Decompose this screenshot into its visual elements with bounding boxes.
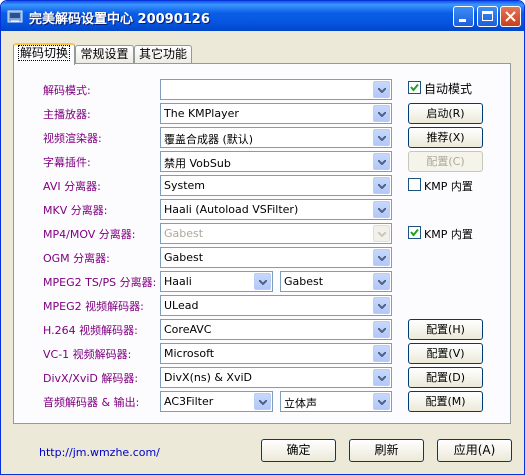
start-button[interactable]: 启动(R) bbox=[408, 103, 483, 124]
tab-label: 解码切换 bbox=[17, 45, 70, 61]
maximize-button[interactable] bbox=[477, 6, 498, 27]
divx-decoder-select[interactable]: DivX(ns) & XviD bbox=[160, 367, 392, 388]
chevron-down-icon[interactable] bbox=[373, 81, 390, 98]
select-value: 立体声 bbox=[284, 397, 317, 410]
apply-button[interactable]: 应用(A) bbox=[437, 439, 512, 462]
chevron-down-icon[interactable] bbox=[373, 273, 390, 290]
tab-label: 其它功能 bbox=[138, 47, 187, 61]
chevron-down-icon[interactable] bbox=[254, 273, 271, 290]
label-vc1-decoder: VC-1 视频解码器: bbox=[43, 348, 132, 361]
label-audio-decoder: 音频解码器 & 输出: bbox=[43, 396, 140, 409]
select-value: 覆盖合成器 (默认) bbox=[164, 133, 254, 146]
label-mpeg2-ts-splitter: MPEG2 TS/PS 分离器: bbox=[43, 276, 157, 289]
select-value: The KMPlayer bbox=[164, 107, 239, 120]
chevron-down-icon[interactable] bbox=[373, 153, 390, 170]
label-main-player: 主播放器: bbox=[43, 108, 91, 121]
config-subtitle-button: 配置(C) bbox=[408, 151, 483, 172]
mpeg2-ps-splitter-select[interactable]: Gabest bbox=[280, 271, 392, 292]
tab-label: 常规设置 bbox=[80, 47, 129, 61]
label-ogm-splitter: OGM 分离器: bbox=[43, 252, 110, 265]
app-icon bbox=[7, 8, 23, 24]
select-value: DivX(ns) & XviD bbox=[164, 371, 252, 384]
maximize-icon bbox=[482, 11, 493, 21]
tab-general-settings[interactable]: 常规设置 bbox=[75, 45, 134, 63]
ogm-splitter-select[interactable]: Gabest bbox=[160, 247, 392, 268]
label-video-renderer: 视频渲染器: bbox=[43, 132, 102, 145]
chevron-down-icon[interactable] bbox=[373, 177, 390, 194]
decode-mode-select[interactable] bbox=[160, 79, 392, 100]
ok-button[interactable]: 确定 bbox=[261, 439, 336, 462]
label-decode-mode: 解码模式: bbox=[43, 84, 91, 97]
title-bar[interactable]: 完美解码设置中心 20090126 bbox=[1, 1, 524, 31]
vc1-decoder-select[interactable]: Microsoft bbox=[160, 343, 392, 364]
chevron-down-icon bbox=[373, 225, 390, 242]
chevron-down-icon[interactable] bbox=[254, 393, 271, 410]
label-avi-splitter: AVI 分离器: bbox=[43, 180, 101, 193]
tab-decode-switch[interactable]: 解码切换 bbox=[13, 43, 75, 65]
video-renderer-select[interactable]: 覆盖合成器 (默认) bbox=[160, 127, 392, 148]
select-value: Gabest bbox=[284, 275, 324, 288]
chevron-down-icon[interactable] bbox=[373, 345, 390, 362]
label-divx-decoder: DivX/XviD 解码器: bbox=[43, 372, 139, 385]
checkmark-icon bbox=[410, 228, 419, 237]
config-audio-button[interactable]: 配置(M) bbox=[408, 391, 483, 412]
chevron-down-icon[interactable] bbox=[373, 249, 390, 266]
avi-kmp-builtin-label: KMP 内置 bbox=[424, 180, 473, 193]
select-value: Gabest bbox=[164, 227, 204, 240]
auto-mode-label: 自动模式 bbox=[424, 82, 473, 96]
chevron-down-icon[interactable] bbox=[373, 393, 390, 410]
minimize-button[interactable] bbox=[453, 6, 474, 27]
mpeg2-video-decoder-select[interactable]: ULead bbox=[160, 295, 392, 316]
tab-other-functions[interactable]: 其它功能 bbox=[134, 45, 192, 63]
config-vc1-button[interactable]: 配置(V) bbox=[408, 343, 483, 364]
close-icon bbox=[505, 11, 516, 22]
select-value: Gabest bbox=[164, 251, 204, 264]
select-value: ULead bbox=[164, 299, 199, 312]
refresh-button[interactable]: 刷新 bbox=[349, 439, 424, 462]
homepage-link[interactable]: http://jm.wmzhe.com/ bbox=[39, 446, 160, 459]
select-value: Haali (Autoload VSFilter) bbox=[164, 203, 299, 216]
label-h264-decoder: H.264 视频解码器: bbox=[43, 324, 138, 337]
select-value: Microsoft bbox=[164, 347, 215, 360]
chevron-down-icon[interactable] bbox=[373, 129, 390, 146]
h264-decoder-select[interactable]: CoreAVC bbox=[160, 319, 392, 340]
label-mpeg2-video-decoder: MPEG2 视频解码器: bbox=[43, 300, 144, 313]
select-value: 禁用 VobSub bbox=[164, 157, 231, 170]
mp4-kmp-builtin-label: KMP 内置 bbox=[424, 228, 473, 241]
label-mkv-splitter: MKV 分离器: bbox=[43, 204, 108, 217]
main-player-select[interactable]: The KMPlayer bbox=[160, 103, 392, 124]
config-h264-button[interactable]: 配置(H) bbox=[408, 319, 483, 340]
avi-splitter-select[interactable]: System bbox=[160, 175, 392, 196]
minimize-icon bbox=[459, 19, 466, 22]
config-divx-button[interactable]: 配置(D) bbox=[408, 367, 483, 388]
select-value: System bbox=[164, 179, 206, 192]
audio-output-select[interactable]: 立体声 bbox=[280, 391, 392, 412]
audio-decoder-select[interactable]: AC3Filter bbox=[160, 391, 273, 412]
subtitle-plugin-select[interactable]: 禁用 VobSub bbox=[160, 151, 392, 172]
recommend-button[interactable]: 推荐(X) bbox=[408, 127, 483, 148]
settings-window: 完美解码设置中心 20090126 解码切换 常规设置 其它功能 解码模式: 主… bbox=[0, 0, 525, 475]
auto-mode-checkbox[interactable] bbox=[408, 81, 421, 94]
checkmark-icon bbox=[410, 83, 419, 92]
select-value: Haali bbox=[164, 275, 192, 288]
mp4-splitter-select: Gabest bbox=[160, 223, 392, 244]
label-subtitle-plugin: 字幕插件: bbox=[43, 156, 91, 169]
avi-kmp-builtin-checkbox[interactable] bbox=[408, 178, 421, 191]
select-value: CoreAVC bbox=[164, 323, 212, 336]
label-mp4-splitter: MP4/MOV 分离器: bbox=[43, 228, 136, 241]
chevron-down-icon[interactable] bbox=[373, 297, 390, 314]
close-button[interactable] bbox=[500, 6, 521, 27]
chevron-down-icon[interactable] bbox=[373, 369, 390, 386]
mpeg2-ts-splitter-select[interactable]: Haali bbox=[160, 271, 273, 292]
chevron-down-icon[interactable] bbox=[373, 201, 390, 218]
mkv-splitter-select[interactable]: Haali (Autoload VSFilter) bbox=[160, 199, 392, 220]
select-value: AC3Filter bbox=[164, 395, 214, 408]
chevron-down-icon[interactable] bbox=[373, 105, 390, 122]
mp4-kmp-builtin-checkbox[interactable] bbox=[408, 226, 421, 239]
chevron-down-icon[interactable] bbox=[373, 321, 390, 338]
window-title: 完美解码设置中心 20090126 bbox=[29, 12, 210, 27]
